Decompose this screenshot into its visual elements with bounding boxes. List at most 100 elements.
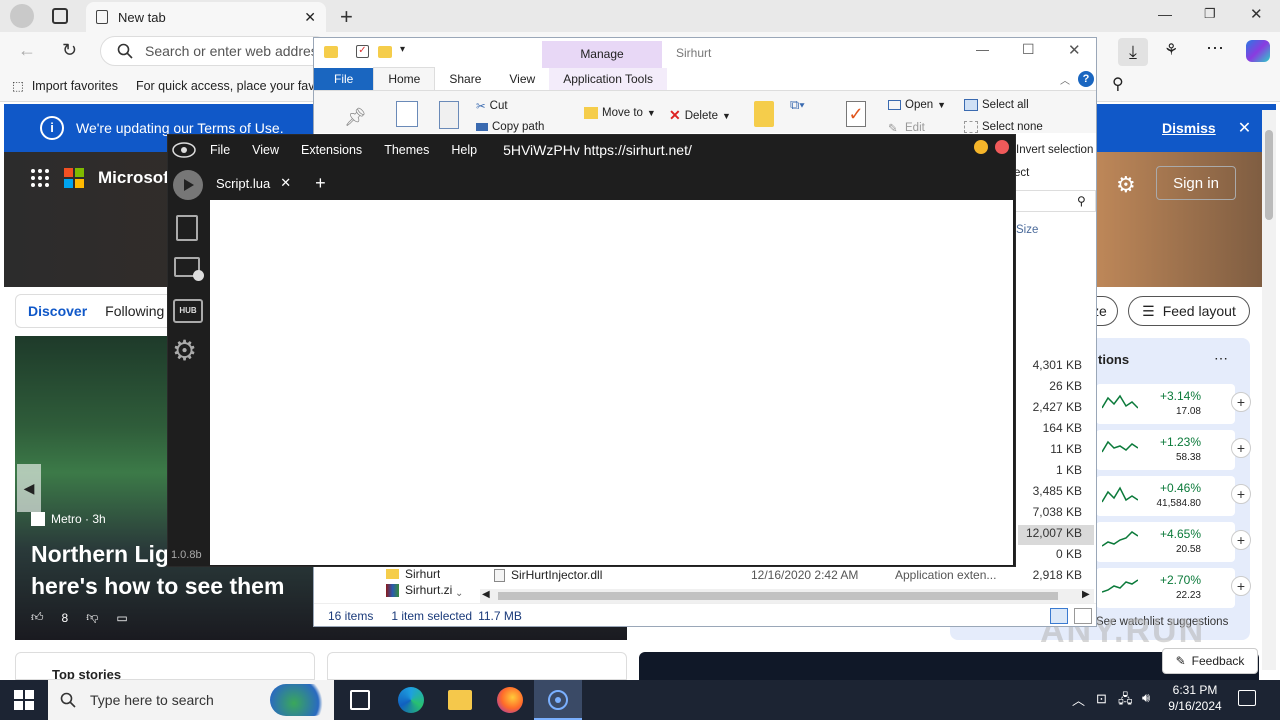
dislike-icon[interactable]: 👎︎ bbox=[86, 610, 98, 625]
like-icon[interactable]: 👍︎ bbox=[31, 610, 44, 625]
taskbar-clock[interactable]: 6:31 PM 9/16/2024 bbox=[1162, 682, 1228, 714]
file-explorer-taskbar-icon[interactable] bbox=[448, 690, 472, 710]
tab-new-tab[interactable]: New tab ✕ bbox=[86, 2, 326, 32]
sign-in-button[interactable]: Sign in bbox=[1156, 166, 1236, 200]
select-all-button[interactable]: Select all bbox=[964, 99, 1029, 111]
tab-view[interactable]: View bbox=[495, 68, 549, 90]
pin-quick-access-icon[interactable]: 📌︎ bbox=[344, 107, 367, 128]
tab-actions-icon[interactable] bbox=[52, 8, 68, 24]
minimize-icon[interactable]: — bbox=[1158, 6, 1172, 22]
apps-grid-icon[interactable] bbox=[30, 168, 50, 188]
network-icon[interactable]: 🖧︎ bbox=[1118, 690, 1133, 712]
details-view-icon[interactable] bbox=[1050, 608, 1068, 624]
new-folder-icon[interactable] bbox=[378, 46, 392, 58]
dismiss-link[interactable]: Dismiss bbox=[1162, 120, 1216, 136]
properties-icon[interactable]: ✓ bbox=[846, 101, 866, 127]
watchlist-row[interactable]: +4.65% 20.58 + bbox=[1096, 522, 1251, 562]
taskbar-search-box[interactable]: Type here to search bbox=[48, 680, 334, 720]
open-button[interactable]: Open ▼ bbox=[888, 99, 946, 111]
tab-home[interactable]: Home bbox=[373, 67, 436, 90]
profile-avatar[interactable] bbox=[10, 4, 34, 28]
firefox-taskbar-icon[interactable] bbox=[497, 687, 523, 713]
edge-taskbar-icon[interactable] bbox=[398, 687, 424, 713]
restore-icon[interactable]: ❐ bbox=[1204, 6, 1216, 22]
watchlist-row[interactable]: +2.70% 22.23 + bbox=[1096, 568, 1251, 608]
address-bar[interactable]: Search or enter web address bbox=[100, 36, 330, 66]
explorer-maximize-icon[interactable]: ☐ bbox=[1022, 41, 1035, 58]
paste-icon[interactable] bbox=[439, 101, 459, 129]
sirhurt-taskbar-item[interactable] bbox=[534, 680, 582, 720]
copilot-icon[interactable] bbox=[1246, 40, 1270, 62]
watchlist-row[interactable]: +3.14% 17.08 + bbox=[1096, 384, 1251, 424]
tab-following[interactable]: Following bbox=[105, 303, 164, 319]
page-scrollbar[interactable] bbox=[1262, 110, 1276, 670]
manage-context-tab[interactable]: Manage bbox=[542, 41, 662, 68]
tray-app-icon[interactable]: ⊡ bbox=[1096, 691, 1107, 707]
tab-file[interactable]: File bbox=[314, 68, 374, 90]
horizontal-scrollbar[interactable]: ◀ ▶ bbox=[480, 589, 1094, 603]
hscroll-thumb[interactable] bbox=[498, 592, 1058, 600]
delete-button[interactable]: ✕ Delete ▼ bbox=[669, 107, 731, 124]
menu-file[interactable]: File bbox=[210, 143, 230, 157]
more-menu-icon[interactable]: ⋯ bbox=[1206, 38, 1224, 59]
sirhurt-minimize-button[interactable] bbox=[974, 140, 988, 154]
nav-item-sirhurt-zip[interactable]: Sirhurt.zi bbox=[386, 583, 452, 597]
watchlist-row[interactable]: +0.46% 41,584.80 + bbox=[1096, 476, 1251, 516]
quick-access-dropdown-icon[interactable]: ▾ bbox=[400, 44, 405, 55]
watchlist-more-icon[interactable]: ⋯ bbox=[1214, 350, 1228, 367]
close-window-icon[interactable]: ✕ bbox=[1250, 5, 1263, 23]
pin-icon[interactable]: ⚲ bbox=[1112, 74, 1124, 94]
attach-monitor-icon[interactable] bbox=[174, 257, 204, 281]
feedback-button[interactable]: ✎ Feedback bbox=[1162, 648, 1258, 674]
menu-view[interactable]: View bbox=[252, 143, 279, 157]
nav-scroll-down-icon[interactable]: ⌄ bbox=[455, 588, 463, 599]
help-icon[interactable]: ? bbox=[1078, 71, 1094, 87]
large-icons-view-icon[interactable] bbox=[1074, 608, 1092, 624]
downloads-icon[interactable]: ⤓ bbox=[1118, 38, 1148, 66]
add-watchlist-button[interactable]: + bbox=[1231, 484, 1251, 504]
tab-script-lua[interactable]: Script.lua bbox=[216, 176, 270, 191]
new-item-icon[interactable]: ⧉▾ bbox=[790, 97, 805, 113]
settings-cog-icon[interactable]: ⚙ bbox=[172, 337, 197, 365]
back-icon[interactable]: ← bbox=[18, 40, 36, 61]
size-column-header[interactable]: Size bbox=[1016, 224, 1038, 236]
add-watchlist-button[interactable]: + bbox=[1231, 438, 1251, 458]
scroll-left-icon[interactable]: ◀ bbox=[482, 589, 490, 600]
sirhurt-close-button[interactable] bbox=[995, 140, 1009, 154]
invert-selection-button[interactable]: Invert selection bbox=[1016, 144, 1093, 156]
add-watchlist-button[interactable]: + bbox=[1231, 530, 1251, 550]
select-none-button[interactable]: Select none bbox=[964, 121, 1043, 133]
copy-path-button[interactable]: Copy path bbox=[476, 121, 544, 133]
tab-application-tools[interactable]: Application Tools bbox=[549, 68, 668, 90]
menu-help[interactable]: Help bbox=[451, 143, 477, 157]
settings-gear-icon[interactable]: ⚙ bbox=[1116, 172, 1136, 198]
tray-overflow-icon[interactable]: ︿ bbox=[1072, 690, 1085, 709]
scroll-right-icon[interactable]: ▶ bbox=[1082, 589, 1090, 600]
task-view-icon[interactable] bbox=[350, 690, 370, 710]
cut-button[interactable]: ✂ Cut bbox=[476, 99, 508, 113]
explorer-close-icon[interactable]: ✕ bbox=[1068, 41, 1081, 59]
tab-discover[interactable]: Discover bbox=[28, 303, 87, 319]
move-to-button[interactable]: Move to ▼ bbox=[584, 107, 656, 119]
add-watchlist-button[interactable]: + bbox=[1231, 576, 1251, 596]
new-tab-plus-icon[interactable]: + bbox=[340, 4, 353, 30]
script-hub-icon[interactable]: HUB bbox=[173, 299, 203, 323]
add-script-tab-icon[interactable]: + bbox=[315, 173, 326, 194]
scrollbar-thumb[interactable] bbox=[1265, 130, 1273, 220]
script-editor[interactable] bbox=[210, 200, 1013, 565]
new-folder-large-icon[interactable] bbox=[754, 101, 774, 127]
watchlist-row[interactable]: +1.23% 58.38 + bbox=[1096, 430, 1251, 470]
comment-icon[interactable]: ▭ bbox=[116, 611, 127, 625]
collapse-ribbon-icon[interactable]: ︿ bbox=[1060, 72, 1070, 87]
import-favorites-link[interactable]: ⬚ Import favorites bbox=[12, 78, 118, 94]
volume-icon[interactable]: 🔊︎ bbox=[1142, 690, 1150, 706]
properties-check-icon[interactable]: ✓ bbox=[356, 45, 369, 58]
add-watchlist-button[interactable]: + bbox=[1231, 392, 1251, 412]
edit-button[interactable]: ✎ Edit bbox=[888, 121, 925, 133]
copy-icon[interactable] bbox=[396, 101, 418, 127]
feed-layout-button[interactable]: ☰ Feed layout bbox=[1128, 296, 1250, 326]
notifications-icon[interactable] bbox=[1238, 690, 1256, 706]
tab-share[interactable]: Share bbox=[435, 68, 495, 90]
menu-extensions[interactable]: Extensions bbox=[301, 143, 362, 157]
explorer-minimize-icon[interactable]: — bbox=[976, 42, 989, 57]
